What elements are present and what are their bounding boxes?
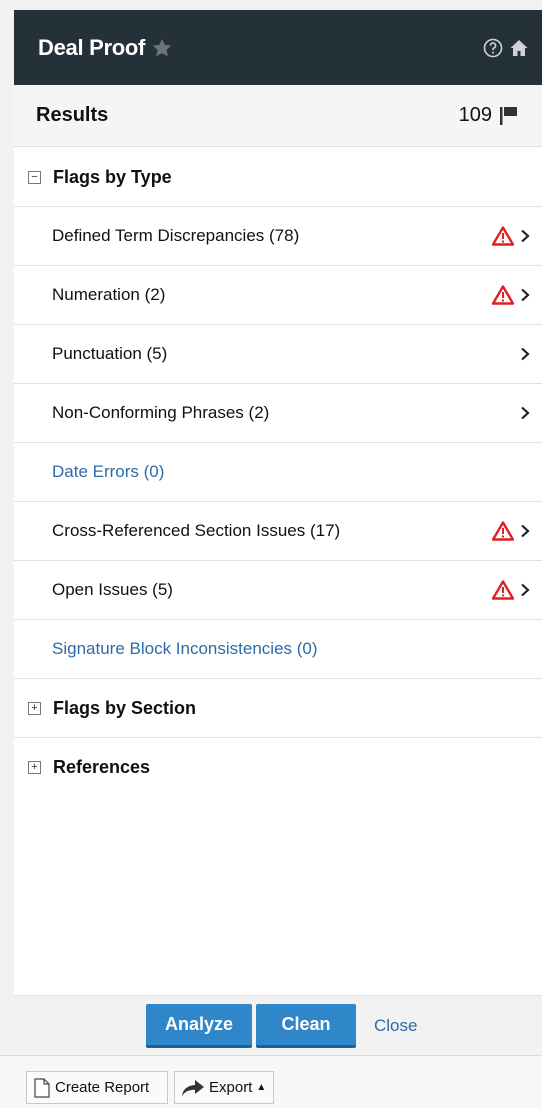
clean-button[interactable]: Clean (256, 1004, 356, 1048)
section-label: Flags by Section (53, 697, 197, 718)
list-item-label: Non-Conforming Phrases (2) (52, 403, 270, 422)
chevron-right-icon[interactable] (520, 288, 530, 302)
list-item-label[interactable]: Date Errors (0) (52, 462, 530, 482)
list-item[interactable]: Cross-Referenced Section Issues (17) (14, 502, 542, 561)
create-report-label: Create Report (55, 1079, 150, 1096)
section-flags-by-section[interactable]: + Flags by Section (14, 679, 542, 738)
list-item-label: Cross-Referenced Section Issues (17) (52, 521, 341, 540)
list-item-label: Open Issues (5) (52, 580, 173, 599)
list-item[interactable]: Open Issues (5) (14, 561, 542, 620)
export-label: Export (209, 1079, 253, 1096)
home-icon[interactable] (508, 37, 530, 59)
results-bar: Results 109 (14, 85, 542, 147)
list-item[interactable]: Numeration (2) (14, 266, 542, 325)
help-icon[interactable] (482, 37, 504, 59)
pane-header: Deal Proof (14, 10, 542, 85)
list-item[interactable]: Signature Block Inconsistencies (0) (14, 620, 542, 679)
expand-icon[interactable]: + (28, 701, 41, 715)
results-label: Results (36, 104, 109, 126)
chevron-right-icon[interactable] (520, 347, 530, 361)
pane-title: Deal Proof (38, 34, 146, 60)
deal-proof-pane: Deal Proof Results 109 − Flags by Type D… (0, 0, 542, 1108)
list-item-label: Numeration (2) (52, 285, 166, 304)
chevron-right-icon[interactable] (520, 406, 530, 420)
share-arrow-icon (182, 1079, 204, 1096)
export-button[interactable]: Export ▲ (174, 1071, 274, 1104)
left-edge (0, 0, 14, 1108)
caret-up-icon: ▲ (256, 1082, 267, 1093)
chevron-right-icon[interactable] (520, 229, 530, 243)
close-link[interactable]: Close (374, 1016, 417, 1036)
list-item[interactable]: Defined Term Discrepancies (78) (14, 207, 542, 266)
list-item[interactable]: Punctuation (5) (14, 325, 542, 384)
document-icon (34, 1077, 50, 1098)
list-item-label[interactable]: Signature Block Inconsistencies (0) (52, 639, 530, 659)
warning-icon (492, 521, 514, 541)
list-item[interactable]: Date Errors (0) (14, 443, 542, 502)
results-list: − Flags by Type Defined Term Discrepanci… (14, 148, 542, 797)
list-item-label: Punctuation (5) (52, 344, 168, 363)
action-bar: Analyze Clean Close (14, 995, 542, 1055)
warning-icon (492, 226, 514, 246)
warning-icon (492, 285, 514, 305)
collapse-icon[interactable]: − (28, 170, 41, 184)
analyze-button[interactable]: Analyze (146, 1004, 252, 1048)
create-report-button[interactable]: Create Report (26, 1071, 168, 1104)
results-count: 109 (458, 104, 492, 126)
section-label: References (53, 757, 151, 777)
top-edge (0, 0, 542, 10)
warning-icon (492, 580, 514, 600)
expand-icon[interactable]: + (28, 761, 41, 774)
footer-toolbar: Create Report Export ▲ (0, 1055, 542, 1108)
star-icon[interactable] (151, 37, 173, 59)
flag-icon (500, 106, 517, 125)
list-item[interactable]: Non-Conforming Phrases (2) (14, 384, 542, 443)
list-item-label: Defined Term Discrepancies (78) (52, 226, 300, 245)
section-references[interactable]: + References (14, 738, 542, 797)
chevron-right-icon[interactable] (520, 583, 530, 597)
chevron-right-icon[interactable] (520, 524, 530, 538)
section-label: Flags by Type (53, 166, 172, 187)
section-flags-by-type[interactable]: − Flags by Type (14, 148, 542, 207)
